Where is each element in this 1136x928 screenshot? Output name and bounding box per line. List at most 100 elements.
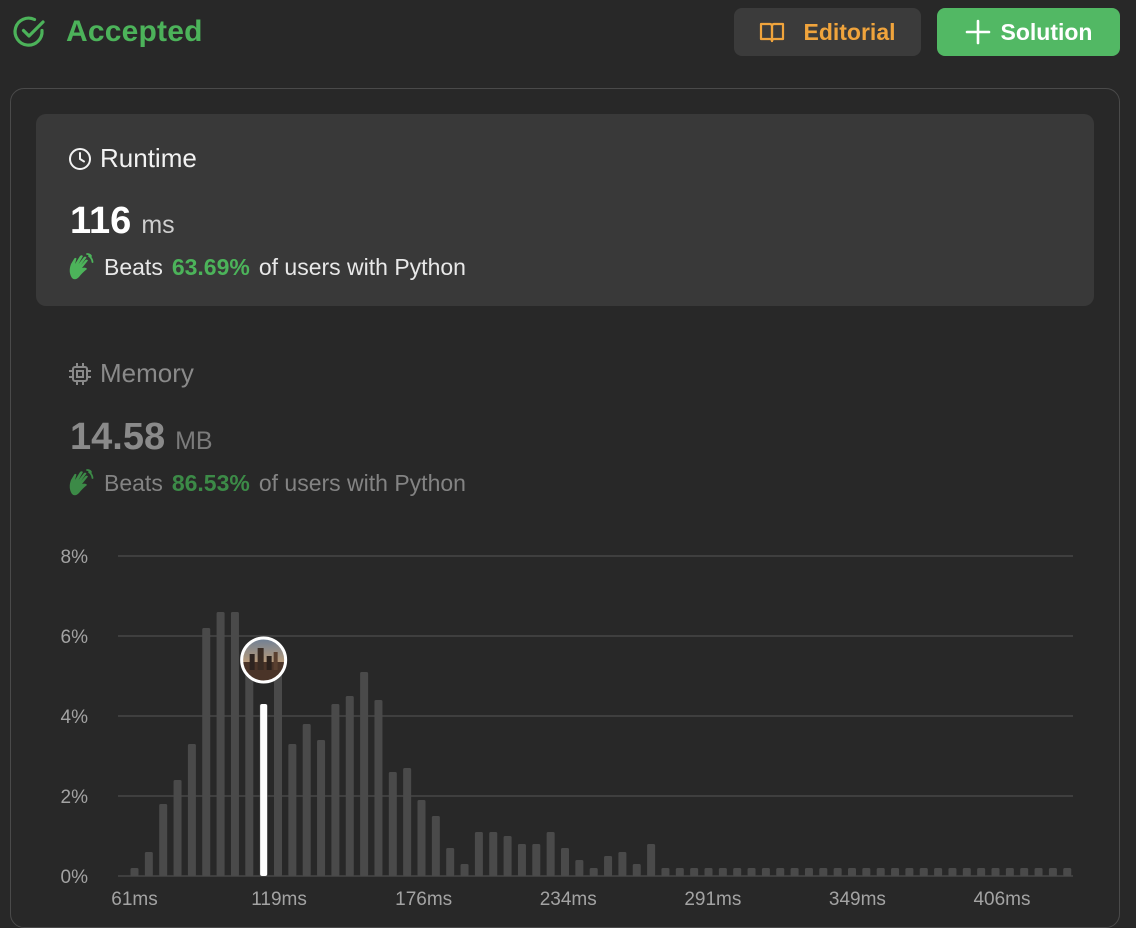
- runtime-beats-label: Beats: [104, 253, 163, 280]
- y-tick-label: 6%: [61, 627, 89, 648]
- book-icon: [760, 22, 785, 43]
- x-tick-label: 291ms: [684, 889, 741, 910]
- memory-title-label: Memory: [100, 358, 194, 388]
- add-solution-button[interactable]: Solution: [937, 8, 1120, 56]
- distribution-bar[interactable]: [675, 868, 684, 876]
- distribution-bar[interactable]: [690, 868, 699, 876]
- distribution-bar[interactable]: [345, 696, 354, 876]
- distribution-bar[interactable]: [532, 844, 541, 876]
- y-tick-label: 0%: [61, 867, 89, 888]
- distribution-bar[interactable]: [977, 868, 986, 876]
- distribution-bar[interactable]: [747, 868, 756, 876]
- x-axis-ticks: 61ms 119ms 176ms 234ms 291ms 349ms 406ms: [111, 889, 1030, 910]
- distribution-bar[interactable]: [733, 868, 742, 876]
- distribution-bar[interactable]: [388, 772, 397, 876]
- distribution-bar[interactable]: [819, 868, 828, 876]
- runtime-unit: ms: [141, 211, 175, 239]
- distribution-bar[interactable]: [991, 868, 1000, 876]
- distribution-bar[interactable]: [862, 868, 871, 876]
- distribution-bar[interactable]: [460, 864, 469, 876]
- distribution-bar[interactable]: [144, 852, 153, 876]
- runtime-value: 116 ms: [70, 200, 175, 243]
- chip-icon: [69, 362, 91, 385]
- distribution-bar[interactable]: [360, 672, 369, 876]
- runtime-beats-suffix: of users with Python: [258, 253, 466, 280]
- distribution-bar[interactable]: [1063, 868, 1072, 876]
- distribution-bar[interactable]: [848, 868, 856, 876]
- plus-icon: [965, 19, 990, 45]
- distribution-bar[interactable]: [331, 704, 340, 876]
- distribution-bar[interactable]: [1034, 868, 1043, 876]
- distribution-bar[interactable]: [417, 800, 426, 876]
- distribution-bar[interactable]: [374, 700, 383, 876]
- distribution-bar[interactable]: [288, 744, 297, 876]
- your-runtime-bar[interactable]: [260, 704, 268, 876]
- runtime-beats-percent: 63.69%: [171, 253, 250, 280]
- distribution-bar[interactable]: [589, 868, 598, 876]
- memory-title[interactable]: Memory: [68, 358, 194, 389]
- x-tick-label: 119ms: [251, 889, 307, 910]
- distribution-bar[interactable]: [546, 832, 555, 876]
- distribution-bar[interactable]: [173, 780, 182, 876]
- distribution-bar[interactable]: [403, 768, 412, 876]
- distribution-bar[interactable]: [446, 848, 455, 876]
- distribution-bar[interactable]: [718, 868, 727, 876]
- distribution-bar[interactable]: [474, 832, 483, 876]
- distribution-bar[interactable]: [202, 628, 211, 876]
- clapping-hands-icon: [69, 253, 94, 280]
- distribution-bar[interactable]: [431, 816, 440, 876]
- runtime-beats: Beats 63.69% of users with Python: [66, 252, 466, 282]
- distribution-bar[interactable]: [517, 844, 526, 876]
- distribution-bar[interactable]: [1020, 868, 1029, 876]
- clapping-hands-icon: [69, 469, 94, 496]
- distribution-bar[interactable]: [919, 868, 928, 876]
- distribution-bar[interactable]: [776, 868, 785, 876]
- distribution-bar[interactable]: [761, 868, 770, 876]
- x-tick-label: 234ms: [540, 889, 597, 910]
- distribution-bar[interactable]: [962, 868, 971, 876]
- distribution-bar[interactable]: [704, 868, 713, 876]
- distribution-bar[interactable]: [604, 856, 613, 876]
- distribution-bar[interactable]: [159, 804, 168, 876]
- distribution-bar[interactable]: [876, 868, 885, 876]
- runtime-title: Runtime: [68, 143, 197, 174]
- memory-unit: MB: [175, 427, 213, 455]
- distribution-bar[interactable]: [230, 612, 239, 876]
- editorial-label: Editorial: [803, 18, 896, 45]
- distribution-bar[interactable]: [130, 868, 139, 876]
- distribution-bar[interactable]: [187, 744, 196, 876]
- distribution-bar[interactable]: [905, 868, 914, 876]
- distribution-bar[interactable]: [1048, 868, 1057, 876]
- clock-icon: [69, 147, 91, 170]
- y-tick-label: 2%: [61, 787, 89, 808]
- your-submission-marker[interactable]: [240, 636, 288, 684]
- distribution-bar[interactable]: [575, 860, 584, 876]
- distribution-bar[interactable]: [618, 852, 627, 876]
- distribution-bar[interactable]: [302, 724, 311, 876]
- memory-value: 14.58 MB: [70, 416, 213, 459]
- runtime-distribution-chart[interactable]: 8% 6% 4% 2% 0% 61ms 119ms 176ms 234ms 291ms 349ms…: [40, 540, 1100, 914]
- distribution-bar[interactable]: [833, 868, 842, 876]
- distribution-bar[interactable]: [647, 844, 656, 876]
- distribution-bar[interactable]: [216, 612, 225, 876]
- distribution-bar[interactable]: [804, 868, 813, 876]
- avatar[interactable]: [240, 636, 288, 684]
- distribution-bar[interactable]: [661, 868, 670, 876]
- distribution-bar[interactable]: [317, 740, 326, 876]
- distribution-bar[interactable]: [561, 848, 569, 876]
- solution-label: Solution: [1000, 18, 1093, 45]
- runtime-number: 116: [70, 200, 132, 242]
- memory-beats-suffix: of users with Python: [258, 469, 466, 496]
- distribution-bar[interactable]: [934, 868, 943, 876]
- check-circle-icon: [13, 16, 45, 47]
- y-tick-label: 8%: [61, 547, 89, 568]
- distribution-bar[interactable]: [274, 652, 282, 876]
- distribution-bar[interactable]: [948, 868, 957, 876]
- distribution-bar[interactable]: [1005, 868, 1014, 876]
- editorial-button[interactable]: Editorial: [734, 8, 921, 56]
- distribution-bar[interactable]: [790, 868, 799, 876]
- distribution-bar[interactable]: [489, 832, 498, 876]
- distribution-bar[interactable]: [503, 836, 512, 876]
- distribution-bar[interactable]: [632, 864, 641, 876]
- distribution-bar[interactable]: [891, 868, 900, 876]
